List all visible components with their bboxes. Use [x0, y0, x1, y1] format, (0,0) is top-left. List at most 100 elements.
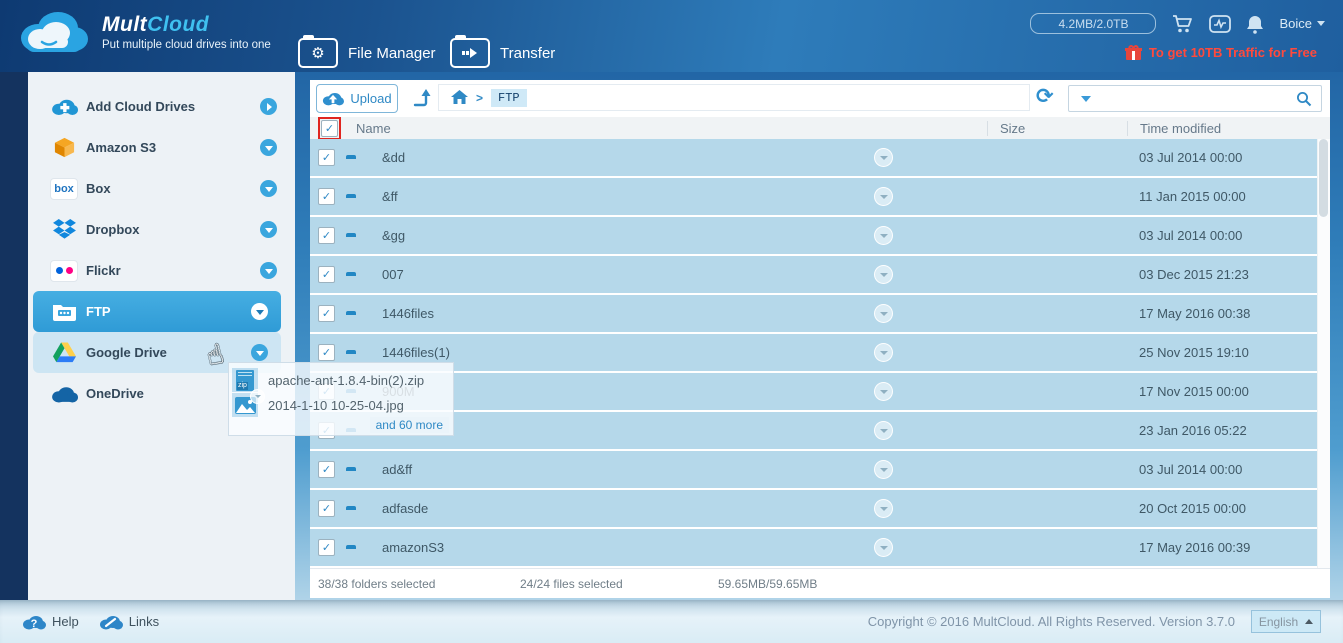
file-name[interactable]: amazonS3	[374, 540, 874, 555]
dragged-file-name: apache-ant-1.8.4-bin(2).zip	[268, 373, 424, 388]
file-name[interactable]: 007	[374, 267, 874, 282]
flickr-icon	[50, 259, 78, 283]
home-icon[interactable]	[451, 90, 468, 105]
sidebar: Add Cloud DrivesAmazon S3boxBox Dropbox Fl…	[28, 72, 295, 600]
row-actions-chevron-icon[interactable]	[874, 382, 893, 401]
column-name[interactable]: Name	[346, 121, 987, 136]
go-up-level-icon[interactable]	[410, 87, 432, 109]
file-name[interactable]: 1446files(1)	[374, 345, 874, 360]
language-selector[interactable]: English	[1251, 610, 1321, 633]
table-row[interactable]: ✓1446files(1)25 Nov 2015 19:10	[310, 334, 1330, 373]
sidebar-item-label: OneDrive	[86, 386, 144, 401]
onedrive-icon	[50, 382, 78, 406]
column-time-modified[interactable]: Time modified	[1127, 121, 1330, 136]
table-row[interactable]: ✓amazonS317 May 2016 00:39	[310, 529, 1330, 568]
upload-cloud-icon	[322, 91, 344, 106]
traffic-usage-meter[interactable]: 4.2MB/2.0TB	[1030, 13, 1156, 34]
sidebar-item-dropbox[interactable]: Dropbox	[28, 209, 295, 250]
row-actions-chevron-icon[interactable]	[874, 538, 893, 557]
activity-icon[interactable]	[1209, 14, 1231, 34]
row-checkbox[interactable]: ✓	[318, 227, 335, 244]
row-checkbox[interactable]: ✓	[318, 461, 335, 478]
search-icon[interactable]	[1296, 91, 1312, 107]
table-row[interactable]: ✓adfasde20 Oct 2015 00:00	[310, 490, 1330, 529]
expand-right-icon[interactable]	[260, 98, 277, 115]
file-name[interactable]: &ff	[374, 189, 874, 204]
search-scope-dropdown-icon[interactable]	[1081, 96, 1091, 102]
file-time-modified: 17 Nov 2015 00:00	[1127, 384, 1330, 399]
row-actions-chevron-icon[interactable]	[874, 226, 893, 245]
row-checkbox[interactable]: ✓	[318, 539, 335, 556]
sidebar-item-label: Dropbox	[86, 222, 139, 237]
chevron-down-badge-icon[interactable]	[251, 303, 268, 320]
table-row[interactable]: ✓ad&ff03 Jul 2014 00:00	[310, 451, 1330, 490]
chevron-down-badge-icon[interactable]	[251, 344, 268, 361]
file-manager-panel: Upload > FTP ⟳ ✓ Name Size Time modified	[310, 80, 1330, 597]
file-name[interactable]: ad&ff	[374, 462, 874, 477]
row-checkbox[interactable]: ✓	[318, 305, 335, 322]
row-actions-chevron-icon[interactable]	[874, 460, 893, 479]
row-checkbox[interactable]: ✓	[318, 500, 335, 517]
help-link[interactable]: ? Help	[22, 614, 79, 630]
ftp-folder-icon	[50, 300, 78, 324]
row-actions-chevron-icon[interactable]	[874, 343, 893, 362]
search-box	[1068, 85, 1322, 112]
row-actions-chevron-icon[interactable]	[874, 148, 893, 167]
chevron-down-badge-icon[interactable]	[260, 180, 277, 197]
upload-button[interactable]: Upload	[316, 84, 398, 113]
file-name[interactable]: 1446files	[374, 306, 874, 321]
scrollbar-thumb[interactable]	[1319, 139, 1328, 217]
row-checkbox[interactable]: ✓	[318, 188, 335, 205]
cart-icon[interactable]	[1171, 14, 1194, 34]
sidebar-item-flickr[interactable]: Flickr	[28, 250, 295, 291]
select-all-checkbox[interactable]: ✓	[321, 120, 338, 137]
file-name[interactable]: adfasde	[374, 501, 874, 516]
app-logo[interactable]: MultCloud Put multiple cloud drives into…	[16, 6, 271, 58]
table-row[interactable]: ✓900M17 Nov 2015 00:00	[310, 373, 1330, 412]
vertical-scrollbar[interactable]	[1317, 139, 1330, 568]
chevron-down-badge-icon[interactable]	[260, 221, 277, 238]
sidebar-item-amazon-s3[interactable]: Amazon S3	[28, 127, 295, 168]
row-actions-chevron-icon[interactable]	[874, 265, 893, 284]
file-name[interactable]: &dd	[374, 150, 874, 165]
chevron-down-badge-icon[interactable]	[260, 262, 277, 279]
sidebar-item-add-cloud-drives[interactable]: Add Cloud Drives	[28, 86, 295, 127]
search-input[interactable]	[1091, 92, 1296, 106]
tab-transfer[interactable]: Transfer	[450, 38, 555, 68]
table-row[interactable]: ✓&ff11 Jan 2015 00:00	[310, 178, 1330, 217]
row-checkbox[interactable]: ✓	[318, 344, 335, 361]
bell-icon[interactable]	[1246, 14, 1264, 34]
links-link[interactable]: Links	[99, 614, 159, 630]
breadcrumb-separator: >	[476, 91, 483, 105]
links-label: Links	[129, 614, 159, 629]
table-row[interactable]: ✓&dd03 Jul 2014 00:00	[310, 139, 1330, 178]
user-menu[interactable]: Boice	[1279, 16, 1325, 31]
table-row[interactable]: ✓1446files17 May 2016 00:38	[310, 295, 1330, 334]
folder-arrow-icon	[450, 38, 490, 68]
dragged-file: apache-ant-1.8.4-bin(2).zip	[232, 368, 424, 392]
row-actions-chevron-icon[interactable]	[874, 187, 893, 206]
folders-selected-status: 38/38 folders selected	[318, 577, 520, 591]
refresh-icon[interactable]: ⟳	[1036, 86, 1058, 108]
footer-bar: ? Help Links Copyright © 2016 MultCloud.…	[0, 600, 1343, 643]
table-row[interactable]: ✓&gg03 Jul 2014 00:00	[310, 217, 1330, 256]
row-checkbox[interactable]: ✓	[318, 266, 335, 283]
table-row[interactable]: ✓23 Jan 2016 05:22	[310, 412, 1330, 451]
sidebar-item-box[interactable]: boxBox	[28, 168, 295, 209]
breadcrumb-item-ftp[interactable]: FTP	[491, 89, 527, 107]
promo-link[interactable]: To get 10TB Traffic for Free	[1125, 44, 1317, 61]
row-actions-chevron-icon[interactable]	[874, 499, 893, 518]
dragged-file-name: 2014-1-10 10-25-04.jpg	[268, 398, 404, 413]
row-actions-chevron-icon[interactable]	[874, 421, 893, 440]
tab-file-manager[interactable]: ⚙ File Manager	[298, 38, 436, 68]
sidebar-item-ftp[interactable]: FTP	[33, 291, 281, 332]
file-name[interactable]: &gg	[374, 228, 874, 243]
table-row[interactable]: ✓00703 Dec 2015 21:23	[310, 256, 1330, 295]
file-time-modified: 23 Jan 2016 05:22	[1127, 423, 1330, 438]
row-checkbox[interactable]: ✓	[318, 149, 335, 166]
column-size[interactable]: Size	[987, 121, 1127, 136]
box-icon: box	[50, 177, 78, 201]
chevron-down-badge-icon[interactable]	[260, 139, 277, 156]
folder-gear-icon: ⚙	[298, 38, 338, 68]
row-actions-chevron-icon[interactable]	[874, 304, 893, 323]
